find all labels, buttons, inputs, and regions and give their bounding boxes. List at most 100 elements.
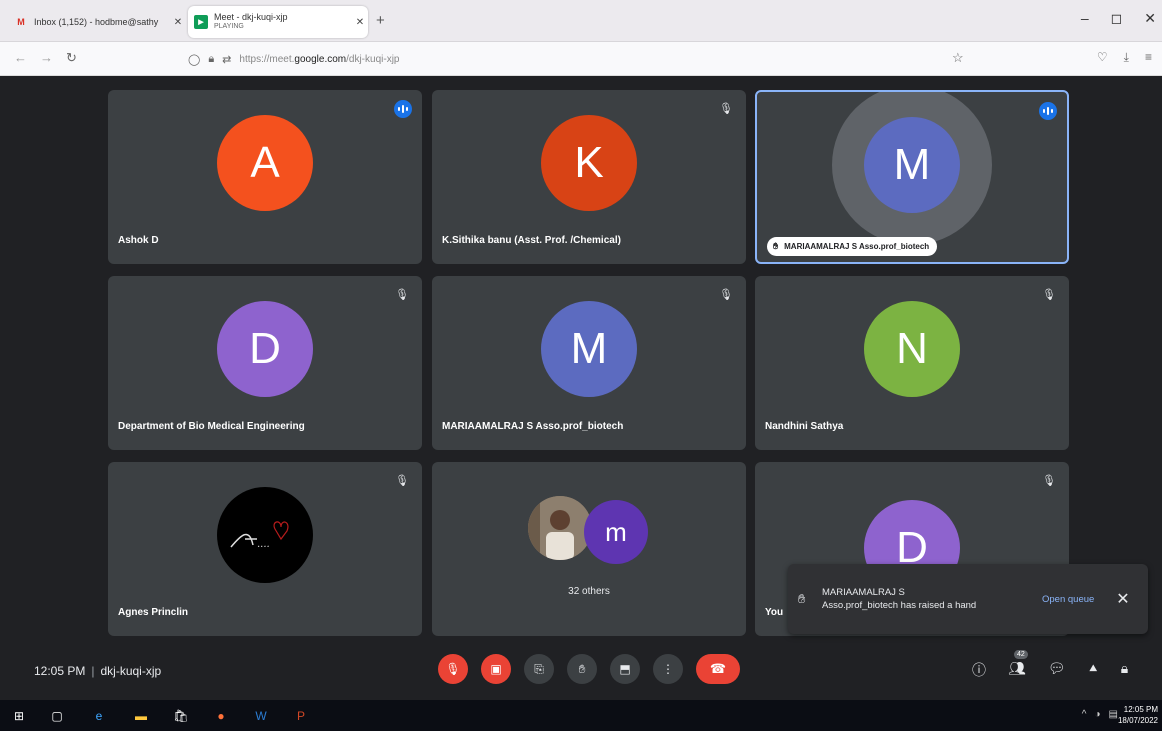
tab-title: Inbox (1,152) - hodbme@sathy — [34, 17, 159, 27]
close-tab-icon[interactable]: ✕ — [170, 17, 186, 28]
tab-title: Meet - dkj-kuqi-xjp — [214, 12, 288, 22]
reload-icon[interactable]: ↻ — [66, 50, 77, 66]
notification-text: Asso.prof_biotech has raised a hand — [822, 600, 977, 611]
minimize-icon[interactable]: – — [1081, 10, 1089, 27]
avatar: N — [864, 301, 960, 397]
edge-icon[interactable]: e — [90, 707, 108, 725]
present-icon[interactable]: ⬒ — [610, 654, 640, 684]
participant-photo — [528, 496, 592, 560]
volume-icon[interactable]: ◑ — [1095, 709, 1101, 720]
bookmark-star-icon[interactable]: ☆ — [952, 50, 964, 66]
mic-off-icon: 🎙︎ — [1042, 474, 1056, 487]
open-queue-button[interactable]: Open queue — [1042, 594, 1094, 605]
pocket-icon[interactable]: ♡ — [1097, 50, 1108, 65]
host-controls-icon[interactable]: 🔒︎ — [1121, 660, 1128, 680]
navigation-bar: ← → ↻ ◯ 🔒︎ ⇄ https://meet.google.com/dkj… — [0, 42, 1162, 76]
speaking-indicator-icon — [394, 100, 412, 118]
people-count-badge: 42 — [1014, 650, 1028, 659]
window-controls: – ◻ ✕ — [1081, 10, 1156, 27]
mic-off-icon: 🎙︎ — [1042, 288, 1056, 301]
avatar-signature-image: .... — [217, 487, 313, 583]
participant-tile-active[interactable]: M ✋︎ MARIAAMALRAJ S Asso.prof_biotech — [755, 90, 1069, 264]
participant-name: Department of Bio Medical Engineering — [118, 421, 305, 432]
call-controls: 🎙︎ ▣ ⎘ ✋︎ ⬒ ⋮ ☎︎ — [438, 654, 740, 684]
participant-name: You — [765, 607, 784, 618]
task-view-icon[interactable]: ▢ — [48, 707, 66, 725]
others-tile[interactable]: m 32 others — [432, 462, 746, 636]
maximize-icon[interactable]: ◻ — [1111, 10, 1123, 27]
captions-icon[interactable]: ⎘ — [524, 654, 554, 684]
windows-start-icon[interactable]: ⊞ — [10, 707, 28, 725]
powerpoint-icon[interactable]: P — [292, 707, 310, 725]
avatar: D — [217, 301, 313, 397]
taskbar-date: 18/07/2022 — [1117, 716, 1158, 725]
notification-icon[interactable]: ▤ — [1109, 709, 1118, 720]
tab-meet[interactable]: ▶ Meet - dkj-kuqi-xjp PLAYING ✕ — [188, 6, 368, 38]
close-window-icon[interactable]: ✕ — [1144, 10, 1156, 27]
avatar: A — [217, 115, 313, 211]
participant-tile[interactable]: A Ashok D — [108, 90, 422, 264]
participant-name: Nandhini Sathya — [765, 421, 844, 432]
address-bar[interactable]: ◯ 🔒︎ ⇄ https://meet.google.com/dkj-kuqi-… — [188, 47, 978, 71]
mic-off-icon[interactable]: 🎙︎ — [438, 654, 468, 684]
meet-icon: ▶ — [194, 15, 208, 29]
back-icon[interactable]: ← — [14, 50, 27, 65]
raised-hand-notification: ✋︎ MARIAAMALRAJ S Asso.prof_biotech has … — [788, 564, 1148, 634]
separator: | — [91, 664, 95, 678]
raise-hand-icon: ✋︎ — [773, 241, 779, 251]
mic-off-icon: 🎙︎ — [395, 288, 409, 301]
avatar: K — [541, 115, 637, 211]
raised-hand-name-pill: ✋︎ MARIAAMALRAJ S Asso.prof_biotech — [767, 237, 938, 256]
word-icon[interactable]: W — [252, 707, 270, 725]
activities-icon[interactable]: ⯅ — [1088, 660, 1099, 680]
end-call-icon[interactable]: ☎︎ — [696, 654, 740, 684]
taskbar-clock[interactable]: 12:05 PM 18/07/2022 — [1118, 704, 1158, 726]
speaking-indicator-icon — [1039, 102, 1057, 120]
browser-window: M Inbox (1,152) - hodbme@sathy ✕ ▶ Meet … — [0, 0, 1162, 731]
avatar: M — [541, 301, 637, 397]
raise-hand-icon: ✋︎ — [798, 591, 806, 606]
mic-off-icon: 🎙︎ — [395, 474, 409, 487]
meet-stage: A Ashok D K 🎙︎ K.Sithika banu (Asst. Pro… — [0, 76, 1162, 700]
close-notification-icon[interactable]: ✕ — [1116, 589, 1129, 609]
participant-name: MARIAAMALRAJ S Asso.prof_biotech — [442, 421, 624, 432]
participant-tile[interactable]: K 🎙︎ K.Sithika banu (Asst. Prof. /Chemic… — [432, 90, 746, 264]
gmail-icon: M — [17, 17, 25, 27]
permissions-icon[interactable]: ⇄ — [222, 53, 231, 66]
forward-icon[interactable]: → — [40, 50, 53, 65]
mic-off-icon: 🎙︎ — [719, 288, 733, 301]
store-icon[interactable]: 🛍︎ — [172, 707, 190, 725]
mic-off-icon: 🎙︎ — [719, 102, 733, 115]
people-icon[interactable]: 👥︎ 42 — [1008, 650, 1028, 680]
meeting-code: dkj-kuqi-xjp — [100, 664, 162, 678]
participant-name: MARIAAMALRAJ S Asso.prof_biotech — [784, 242, 930, 251]
firefox-icon[interactable]: ● — [212, 707, 230, 725]
others-count-label: 32 others — [568, 586, 610, 597]
participant-tile[interactable]: .... 🎙︎ Agnes Princlin — [108, 462, 422, 636]
participant-tile[interactable]: M 🎙︎ MARIAAMALRAJ S Asso.prof_biotech — [432, 276, 746, 450]
new-tab-icon[interactable]: + — [376, 12, 385, 29]
menu-icon[interactable]: ≡ — [1145, 50, 1152, 65]
notification-name: MARIAAMALRAJ S — [822, 587, 905, 598]
system-tray: ^ ◑ ▤ — [1082, 709, 1118, 720]
participant-name: Ashok D — [118, 235, 159, 246]
camera-off-icon[interactable]: ▣ — [481, 654, 511, 684]
raise-hand-icon[interactable]: ✋︎ — [567, 654, 597, 684]
more-options-icon[interactable]: ⋮ — [653, 654, 683, 684]
taskbar-time: 12:05 PM — [1123, 705, 1158, 714]
chat-icon[interactable]: 💬︎ — [1048, 660, 1066, 680]
close-tab-icon[interactable]: ✕ — [352, 17, 368, 28]
tab-strip: M Inbox (1,152) - hodbme@sathy ✕ ▶ Meet … — [0, 0, 1162, 42]
download-icon[interactable]: ⤓ — [1124, 50, 1129, 65]
tab-gmail[interactable]: M Inbox (1,152) - hodbme@sathy ✕ — [8, 6, 186, 38]
browser-toolbar-right: ♡ ⤓ ≡ — [1097, 50, 1152, 65]
participant-tile[interactable]: N 🎙︎ Nandhini Sathya — [755, 276, 1069, 450]
meeting-info: 12:05 PM | dkj-kuqi-xjp — [34, 664, 161, 678]
notification-message: MARIAAMALRAJ S Asso.prof_biotech has rai… — [822, 586, 1002, 612]
chevron-up-icon[interactable]: ^ — [1082, 709, 1087, 720]
file-explorer-icon[interactable]: ▬ — [132, 707, 150, 725]
participant-name: K.Sithika banu (Asst. Prof. /Chemical) — [442, 235, 621, 246]
info-icon[interactable]: ⓘ — [972, 660, 986, 680]
participant-tile[interactable]: D 🎙︎ Department of Bio Medical Engineeri… — [108, 276, 422, 450]
meeting-time: 12:05 PM — [34, 664, 86, 678]
